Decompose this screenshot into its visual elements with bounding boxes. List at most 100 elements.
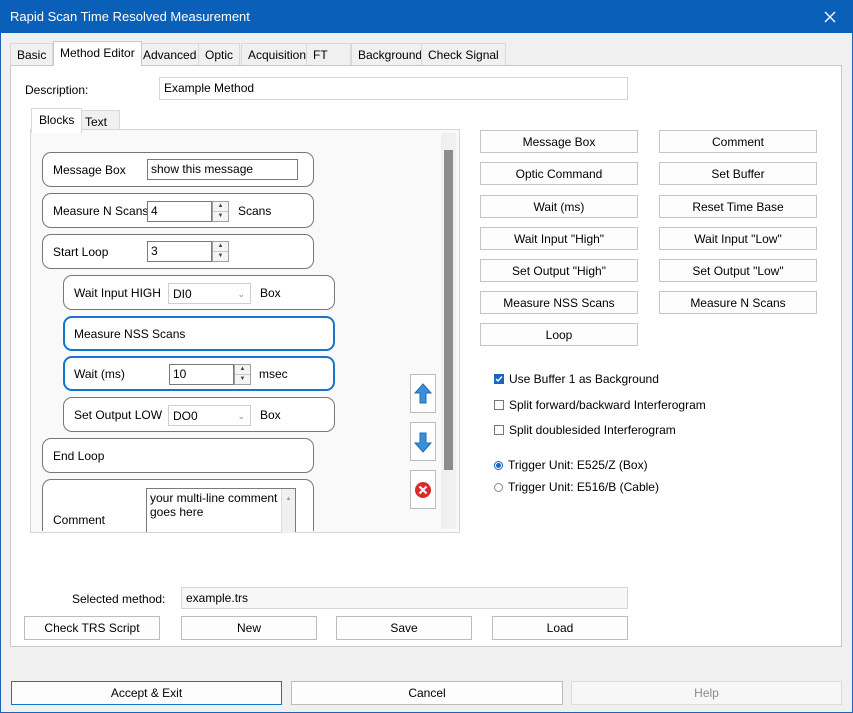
selected-method-label: Selected method: [72, 592, 166, 606]
spin-down-icon[interactable]: ▼ [235, 375, 250, 385]
chevron-down-icon: ⌄ [237, 289, 245, 299]
comment-textarea[interactable]: your multi-line comment goes here ▲ [146, 488, 296, 533]
tab-basic[interactable]: Basic [10, 43, 54, 65]
block-set-output-low[interactable]: Set Output LOW DO0 ⌄ Box [63, 397, 335, 432]
split-forward-backward-checkbox[interactable]: Split forward/backward Interferogram [494, 398, 706, 412]
split-ds-label: Split doublesided Interferogram [509, 423, 676, 437]
block-label: Measure NSS Scans [74, 326, 186, 341]
trigger-cable-radio[interactable]: Trigger Unit: E516/B (Cable) [494, 480, 659, 494]
tab-advanced[interactable]: Advanced [136, 43, 204, 65]
split-doublesided-checkbox[interactable]: Split doublesided Interferogram [494, 423, 676, 437]
use-buffer-checkbox[interactable]: Use Buffer 1 as Background [494, 372, 659, 386]
block-label: Start Loop [53, 244, 109, 259]
input-channel-select[interactable]: DI0 ⌄ [168, 283, 251, 304]
cancel-button[interactable]: Cancel [291, 681, 563, 705]
spin-down-icon[interactable]: ▼ [213, 252, 228, 262]
scans-unit-label: Scans [238, 203, 272, 218]
scans-count-spinner[interactable]: ▲ ▼ [212, 201, 229, 222]
add-wait-input-high-button[interactable]: Wait Input "High" [480, 227, 638, 250]
spin-down-icon[interactable]: ▼ [213, 212, 228, 222]
close-button[interactable] [807, 0, 853, 33]
blocks-scrollbar[interactable] [441, 133, 456, 529]
add-wait-input-low-button[interactable]: Wait Input "Low" [659, 227, 817, 250]
comment-scrollbar[interactable]: ▲ [281, 489, 295, 533]
tab-check-signal[interactable]: Check Signal [421, 43, 506, 65]
tab-background[interactable]: Background [351, 43, 430, 65]
radio-selected-icon [494, 460, 503, 470]
load-button[interactable]: Load [492, 616, 628, 640]
block-comment[interactable]: Comment your multi-line comment goes her… [42, 479, 314, 533]
scans-count-input[interactable]: 4 [147, 201, 212, 222]
add-optic-command-button[interactable]: Optic Command [480, 162, 638, 185]
use-buffer-label: Use Buffer 1 as Background [509, 372, 659, 386]
tab-optic[interactable]: Optic [198, 43, 241, 65]
checkbox-unchecked-icon [494, 425, 504, 435]
add-measure-n-scans-button[interactable]: Measure N Scans [659, 291, 817, 314]
spin-up-icon[interactable]: ▲ [213, 242, 228, 252]
add-set-buffer-button[interactable]: Set Buffer [659, 162, 817, 185]
block-measure-nss-scans[interactable]: Measure NSS Scans [63, 316, 335, 351]
add-message-box-button[interactable]: Message Box [480, 130, 638, 153]
comment-line: your multi-line comment [150, 491, 278, 505]
block-message-box[interactable]: Message Box show this message [42, 152, 314, 187]
checkbox-checked-icon [494, 374, 504, 384]
spin-up-icon[interactable]: ▲ [235, 365, 250, 375]
add-set-output-high-button[interactable]: Set Output "High" [480, 259, 638, 282]
check-trs-script-button[interactable]: Check TRS Script [24, 616, 160, 640]
delete-icon [415, 481, 431, 498]
description-input[interactable]: Example Method [159, 77, 628, 100]
add-loop-button[interactable]: Loop [480, 323, 638, 346]
add-reset-time-base-button[interactable]: Reset Time Base [659, 195, 817, 218]
output-channel-select[interactable]: DO0 ⌄ [168, 405, 251, 426]
loop-count-spinner[interactable]: ▲ ▼ [212, 241, 229, 262]
spin-up-icon[interactable]: ▲ [213, 202, 228, 212]
help-button[interactable]: Help [571, 681, 842, 705]
block-wait-input-high[interactable]: Wait Input HIGH DI0 ⌄ Box [63, 275, 335, 310]
move-down-button[interactable] [410, 422, 436, 461]
save-button[interactable]: Save [336, 616, 472, 640]
block-end-loop[interactable]: End Loop [42, 438, 314, 473]
add-set-output-low-button[interactable]: Set Output "Low" [659, 259, 817, 282]
chevron-down-icon: ⌄ [237, 411, 245, 421]
radio-unselected-icon [494, 482, 503, 492]
block-label: Message Box [53, 162, 126, 177]
box-label: Box [260, 285, 281, 300]
block-label: Set Output LOW [74, 407, 163, 422]
delete-block-button[interactable] [410, 470, 436, 509]
block-start-loop[interactable]: Start Loop 3 ▲ ▼ [42, 234, 314, 269]
block-label: Comment [53, 513, 106, 527]
block-label: End Loop [53, 448, 105, 463]
move-up-button[interactable] [410, 374, 436, 413]
trigger-cable-label: Trigger Unit: E516/B (Cable) [508, 480, 659, 494]
block-measure-n-scans[interactable]: Measure N Scans 4 ▲ ▼ Scans [42, 193, 314, 228]
tab-blocks[interactable]: Blocks [31, 108, 83, 133]
tab-acquisition[interactable]: Acquisition [241, 43, 314, 65]
message-input[interactable]: show this message [147, 159, 298, 180]
block-label: Measure N Scans [53, 203, 149, 218]
checkbox-unchecked-icon [494, 400, 504, 410]
split-fb-label: Split forward/backward Interferogram [509, 398, 706, 412]
new-button[interactable]: New [181, 616, 317, 640]
block-label: Wait Input HIGH [74, 285, 161, 300]
arrow-down-icon [414, 432, 432, 453]
block-wait-ms[interactable]: Wait (ms) 10 ▲ ▼ msec [63, 356, 335, 391]
add-wait-ms-button[interactable]: Wait (ms) [480, 195, 638, 218]
tab-ft[interactable]: FT [306, 43, 351, 65]
loop-count-input[interactable]: 3 [147, 241, 212, 262]
accept-exit-button[interactable]: Accept & Exit [11, 681, 282, 705]
arrow-up-icon [414, 382, 432, 403]
add-measure-nss-scans-button[interactable]: Measure NSS Scans [480, 291, 638, 314]
tab-method-editor[interactable]: Method Editor [53, 41, 142, 66]
trigger-box-radio[interactable]: Trigger Unit: E525/Z (Box) [494, 458, 648, 472]
wait-ms-spinner[interactable]: ▲ ▼ [234, 364, 251, 385]
scrollbar-thumb[interactable] [444, 150, 453, 470]
comment-line: goes here [150, 505, 204, 519]
input-channel-value: DI0 [173, 287, 192, 301]
output-channel-value: DO0 [173, 409, 198, 423]
msec-label: msec [259, 366, 288, 381]
add-comment-button[interactable]: Comment [659, 130, 817, 153]
title-bar: Rapid Scan Time Resolved Measurement [0, 0, 853, 33]
description-label: Description: [25, 83, 89, 97]
wait-ms-input[interactable]: 10 [169, 364, 234, 385]
trigger-box-label: Trigger Unit: E525/Z (Box) [508, 458, 648, 472]
